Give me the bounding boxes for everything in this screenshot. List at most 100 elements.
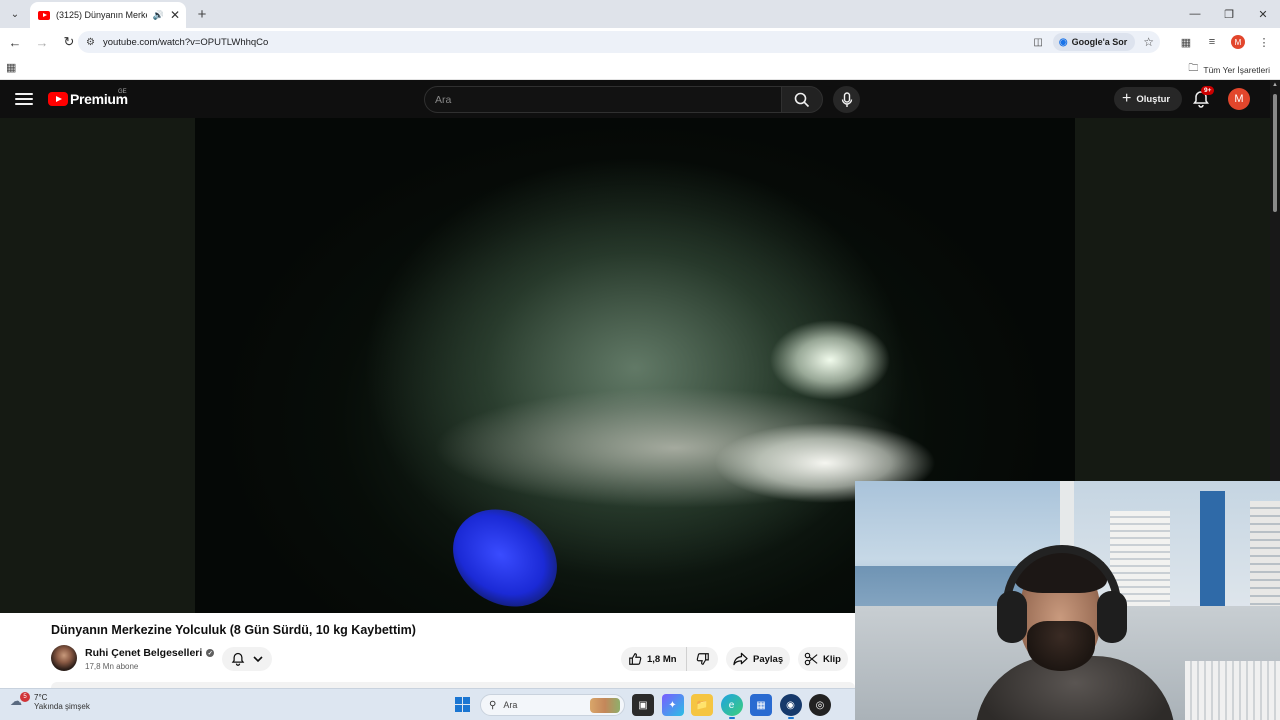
store-icon[interactable]: ▦	[750, 694, 772, 716]
profile-button[interactable]: M	[1226, 30, 1250, 54]
channel-name: Ruhi Çenet Belgeselleri	[85, 647, 203, 659]
country-code: GE	[118, 89, 127, 95]
chrome-icon[interactable]: ◎	[809, 694, 831, 716]
browser-toolbar: ← → ↻ ⚙ youtube.com/watch?v=OPUTLWhhqCo …	[0, 28, 1280, 56]
verified-icon: ✓	[206, 649, 215, 657]
taskbar-search-label: Ara	[503, 700, 518, 710]
webcam-person	[975, 545, 1175, 720]
clip-label: Klip	[823, 653, 841, 665]
ask-google-label: Google'a Sor	[1071, 37, 1128, 47]
search-highlight-image	[590, 698, 620, 713]
url-text[interactable]: youtube.com/watch?v=OPUTLWhhqCo	[103, 37, 268, 48]
search-icon	[794, 92, 810, 107]
copilot-icon[interactable]: ✦	[661, 694, 684, 716]
audio-icon[interactable]: 🔊	[153, 10, 164, 21]
all-bookmarks-label: Tüm Yer İşaretleri	[1203, 64, 1270, 75]
create-button[interactable]: + Oluştur	[1114, 87, 1183, 111]
profile-avatar: M	[1231, 35, 1245, 49]
extensions-icon[interactable]: ▦	[1174, 30, 1198, 54]
tab-title: (3125) Dünyanın Merkezine Yolculuk (8 Gü…	[56, 10, 147, 20]
hamburger-icon[interactable]	[15, 91, 33, 107]
browser-tab-strip: ⌄ (3125) Dünyanın Merkezine Yolculuk (8 …	[0, 0, 1280, 28]
forward-icon[interactable]: →	[30, 30, 54, 54]
task-view-icon[interactable]: ▣	[632, 694, 654, 716]
youtube-masthead: Premium GE + Oluştur 9+ M	[0, 80, 1280, 118]
window-close-icon[interactable]: ✕	[1246, 0, 1280, 28]
windows-start-icon[interactable]	[455, 697, 470, 712]
page-scrollbar[interactable]: ▲	[1270, 80, 1280, 481]
windows-taskbar: ☁ 5 7°C Yakında şimşek ⚲ Ara ▣ ✦ 📁 e ▦ ◉…	[0, 688, 855, 720]
youtube-logo[interactable]: Premium	[48, 91, 128, 107]
like-button[interactable]: 1,8 Mn	[621, 647, 687, 671]
share-icon	[733, 652, 748, 666]
google-lens-icon: ◉	[1058, 36, 1068, 48]
notification-preferences-button[interactable]	[222, 647, 272, 671]
apps-icon[interactable]: ▦	[6, 61, 16, 74]
scroll-up-icon[interactable]: ▲	[1272, 82, 1278, 88]
install-icon[interactable]: ◫	[1033, 37, 1042, 48]
edge-icon[interactable]: e	[720, 694, 743, 719]
headphone-earcup	[997, 591, 1027, 643]
all-bookmarks-button[interactable]: 🗀 Tüm Yer İşaretleri	[1188, 61, 1270, 78]
weather-description: Yakında şimşek	[34, 702, 90, 711]
like-dislike-group: 1,8 Mn	[621, 647, 718, 671]
search-box[interactable]	[424, 86, 782, 113]
bookmarks-bar: ▦ 🗀 Tüm Yer İşaretleri	[0, 56, 1280, 80]
mic-icon	[841, 91, 852, 107]
address-bar[interactable]: ⚙ youtube.com/watch?v=OPUTLWhhqCo ◫ ◉ Go…	[78, 31, 1160, 53]
scissors-icon	[804, 652, 818, 666]
search-icon: ⚲	[489, 699, 497, 711]
kebab-menu-icon[interactable]: ⋮	[1252, 30, 1276, 54]
channel-avatar[interactable]	[51, 645, 77, 671]
taskbar-search[interactable]: ⚲ Ara	[480, 694, 625, 716]
minimize-icon[interactable]: —	[1178, 0, 1212, 28]
webcam-building	[1200, 491, 1225, 606]
weather-icon: ☁ 5	[10, 692, 30, 710]
youtube-favicon	[38, 10, 50, 20]
chevron-down-icon	[253, 656, 263, 663]
media-icon[interactable]: ≡	[1200, 30, 1224, 54]
video-title: Dünyanın Merkezine Yolculuk (8 Gün Sürdü…	[51, 623, 416, 637]
browser-tab[interactable]: (3125) Dünyanın Merkezine Yolculuk (8 Gü…	[30, 2, 186, 28]
person-beard	[1027, 621, 1095, 671]
webcam-building	[1250, 501, 1280, 606]
share-button[interactable]: Paylaş	[726, 647, 790, 671]
site-info-icon[interactable]: ⚙	[86, 37, 95, 48]
voice-search-button[interactable]	[833, 86, 860, 113]
search-button[interactable]	[781, 86, 823, 113]
restore-icon[interactable]: ❐	[1212, 0, 1246, 28]
ask-google-button[interactable]: ◉ Google'a Sor	[1052, 33, 1136, 51]
dislike-icon	[696, 653, 709, 665]
bell-icon	[231, 652, 245, 666]
window-controls: — ❐ ✕	[1178, 0, 1280, 28]
video-info: Dünyanın Merkezine Yolculuk (8 Gün Sürdü…	[0, 613, 855, 688]
file-explorer-icon[interactable]: 📁	[691, 694, 713, 716]
share-label: Paylaş	[753, 653, 784, 665]
like-count: 1,8 Mn	[647, 653, 677, 665]
taskbar-apps: ▣ ✦ 📁 e ▦ ◉ ◎	[632, 694, 839, 719]
search-input[interactable]	[435, 93, 781, 106]
webcam-overlay	[855, 481, 1280, 720]
folder-icon: 🗀	[1188, 63, 1199, 74]
webcam-radiator	[1185, 661, 1280, 720]
subscriber-count: 17,8 Mn abone	[85, 662, 139, 671]
back-icon[interactable]: ←	[3, 30, 27, 54]
clip-button[interactable]: Klip	[798, 647, 848, 671]
weather-temperature: 7°C	[34, 693, 48, 702]
headphone-earcup	[1097, 591, 1127, 643]
like-icon	[629, 653, 642, 665]
video-frame-detail	[434, 489, 576, 613]
weather-widget[interactable]: ☁ 5 7°C Yakında şimşek	[10, 692, 90, 711]
scroll-thumb[interactable]	[1273, 94, 1277, 212]
account-avatar[interactable]: M	[1228, 88, 1250, 110]
plus-icon: +	[1122, 90, 1132, 107]
channel-name-link[interactable]: Ruhi Çenet Belgeselleri ✓	[85, 647, 215, 659]
steam-icon[interactable]: ◉	[779, 694, 802, 719]
tab-list-icon[interactable]: ⌄	[2, 1, 28, 27]
new-tab-icon[interactable]: +	[190, 2, 214, 26]
star-icon[interactable]: ☆	[1143, 35, 1154, 49]
dislike-button[interactable]	[687, 652, 718, 666]
weather-badge: 5	[20, 692, 30, 702]
close-icon[interactable]: ✕	[170, 9, 180, 21]
notification-badge: 9+	[1201, 86, 1215, 95]
